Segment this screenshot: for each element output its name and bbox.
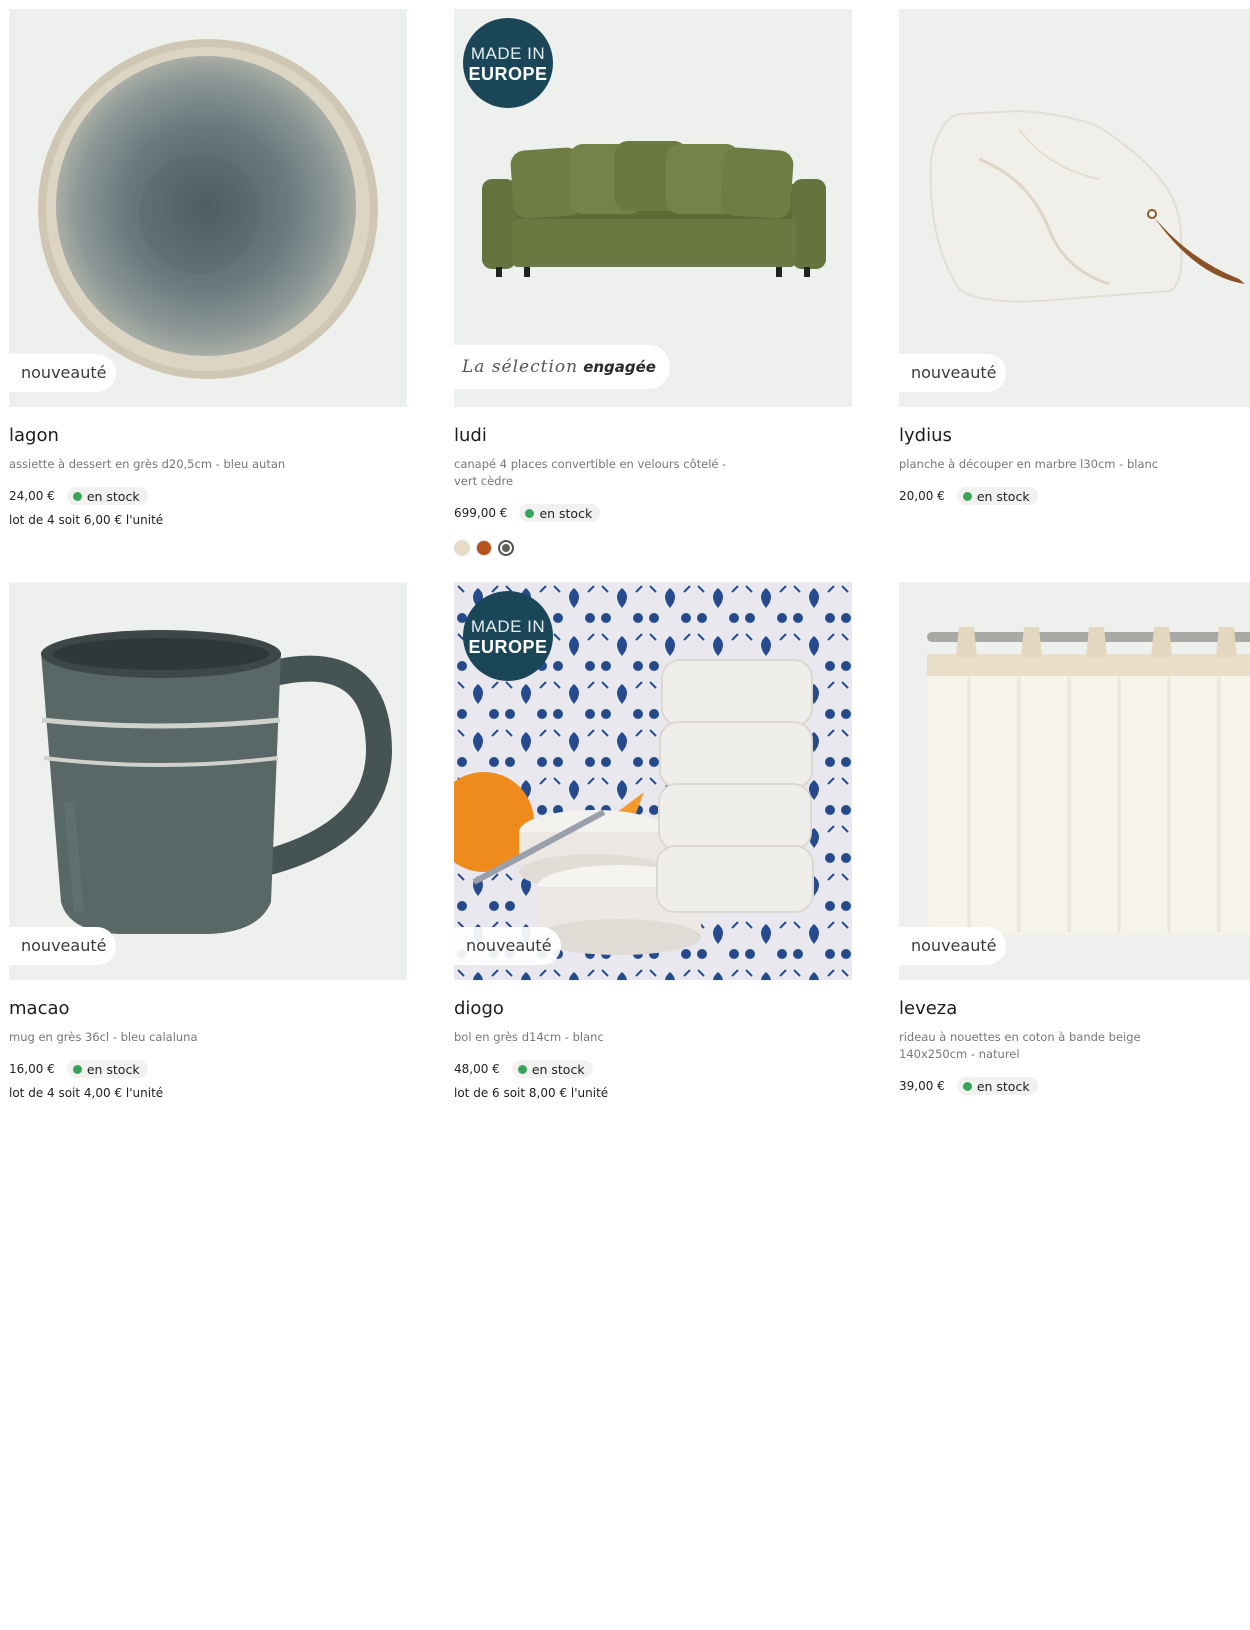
stock-badge: en stock xyxy=(66,1060,148,1078)
product-description: mug en grès 36cl - bleu calaluna xyxy=(9,1030,198,1044)
product-name[interactable]: lagon xyxy=(9,425,407,446)
product-card-leveza[interactable]: nouveauté leveza rideau à nouettes en co… xyxy=(899,582,1250,1095)
product-description: bol en grès d14cm - blanc xyxy=(454,1030,604,1044)
new-badge: nouveauté xyxy=(9,354,117,392)
product-price: 24,00 € xyxy=(9,489,55,503)
product-price: 20,00 € xyxy=(899,489,945,503)
product-name[interactable]: macao xyxy=(9,998,407,1019)
product-description: assiette à dessert en grès d20,5cm - ble… xyxy=(9,457,286,471)
stock-label: en stock xyxy=(86,1061,140,1077)
product-card-macao[interactable]: nouveauté macao mug en grès 36cl - bleu … xyxy=(9,582,407,1100)
stock-label: en stock xyxy=(539,505,593,521)
stock-dot-icon xyxy=(517,1064,527,1074)
product-card-ludi[interactable]: MADE IN EUROPE La sélection engagée ludi… xyxy=(454,9,852,556)
stock-badge: en stock xyxy=(511,1060,593,1078)
swatch-green[interactable] xyxy=(498,540,514,556)
stock-badge: en stock xyxy=(66,487,148,505)
stock-label: en stock xyxy=(976,1078,1030,1094)
product-name[interactable]: diogo xyxy=(454,998,852,1019)
product-card-lagon[interactable]: nouveauté lagon assiette à dessert en gr… xyxy=(9,9,407,527)
product-description: planche à découper en marbre l30cm - bla… xyxy=(899,457,1159,471)
stock-badge: en stock xyxy=(519,504,601,522)
product-description: rideau à nouettes en coton à bande beige… xyxy=(899,1030,1141,1061)
product-description: canapé 4 places convertible en velours c… xyxy=(454,457,727,488)
made-in-europe-badge: MADE IN EUROPE xyxy=(463,18,553,108)
product-name[interactable]: leveza xyxy=(899,998,1250,1019)
lot-info: lot de 4 soit 4,00 € l'unité xyxy=(9,1086,164,1100)
stock-badge: en stock xyxy=(956,487,1038,505)
marble-board-illustration xyxy=(929,109,1245,303)
product-card-lydius[interactable]: nouveauté lydius planche à découper en m… xyxy=(899,9,1250,505)
stock-label: en stock xyxy=(531,1061,585,1077)
product-price: 16,00 € xyxy=(9,1062,55,1076)
product-image-mug[interactable]: nouveauté xyxy=(9,582,407,980)
curtain-illustration xyxy=(927,627,1250,934)
product-image-bowls[interactable]: MADE IN EUROPE nouveauté xyxy=(454,582,852,980)
lot-info: lot de 6 soit 8,00 € l'unité xyxy=(454,1086,609,1100)
product-price: 699,00 € xyxy=(454,506,508,520)
stock-dot-icon xyxy=(525,508,535,518)
new-badge: nouveauté xyxy=(899,927,1007,965)
lot-info: lot de 4 soit 6,00 € l'unité xyxy=(9,513,164,527)
product-card-diogo[interactable]: MADE IN EUROPE nouveauté diogo bol en gr… xyxy=(454,582,852,1100)
stock-dot-icon xyxy=(72,1064,82,1074)
selection-bold: engagée xyxy=(583,358,656,376)
made-in-europe-badge: MADE IN EUROPE xyxy=(463,591,553,681)
made-in-label: MADE IN xyxy=(470,44,546,63)
product-price: 48,00 € xyxy=(454,1062,500,1076)
stock-badge: en stock xyxy=(956,1077,1038,1095)
stock-dot-icon xyxy=(962,491,972,501)
product-image-sofa[interactable]: MADE IN EUROPE La sélection engagée xyxy=(454,9,852,407)
product-price: 39,00 € xyxy=(899,1079,945,1093)
selection-script: La sélection xyxy=(462,357,579,377)
made-in-label: MADE IN xyxy=(470,617,546,636)
europe-label: EUROPE xyxy=(468,64,548,84)
stock-label: en stock xyxy=(86,488,140,504)
product-name[interactable]: lydius xyxy=(899,425,1250,446)
mug-illustration xyxy=(41,630,393,934)
europe-label: EUROPE xyxy=(468,637,548,657)
new-badge: nouveauté xyxy=(9,927,117,965)
stock-label: en stock xyxy=(976,488,1030,504)
selection-badge: La sélection engagée xyxy=(454,345,670,389)
product-image-marble-board[interactable]: nouveauté xyxy=(899,9,1250,407)
stock-dot-icon xyxy=(72,491,82,501)
product-name[interactable]: ludi xyxy=(454,425,852,446)
color-swatches xyxy=(454,540,852,556)
new-badge: nouveauté xyxy=(899,354,1007,392)
swatch-rust[interactable] xyxy=(476,540,492,556)
swatch-beige[interactable] xyxy=(454,540,470,556)
stock-dot-icon xyxy=(962,1081,972,1091)
plate-illustration xyxy=(38,39,378,379)
product-image-curtain[interactable]: nouveauté xyxy=(899,582,1250,980)
product-image-plate[interactable]: nouveauté xyxy=(9,9,407,407)
new-badge: nouveauté xyxy=(454,927,562,965)
